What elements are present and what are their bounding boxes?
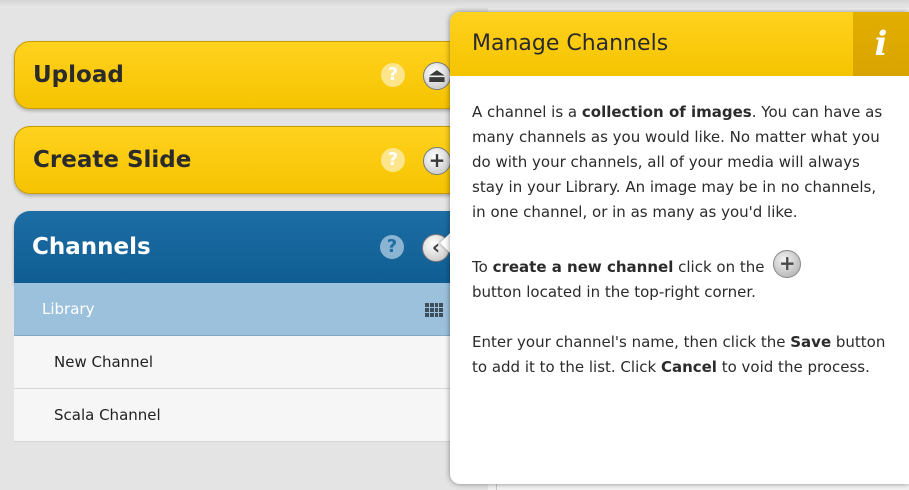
channel-item-new-channel[interactable]: New Channel xyxy=(14,336,484,389)
create-slide-panel[interactable]: Create Slide ? + xyxy=(14,126,484,194)
info-icon: i xyxy=(853,12,909,76)
channel-list: Library New Channel Scala Channel xyxy=(14,283,484,442)
help-popup: Manage Channels i A channel is a collect… xyxy=(450,12,909,484)
help-icon[interactable]: ? xyxy=(381,63,405,87)
popup-body: A channel is a collection of images. You… xyxy=(472,100,892,405)
grid-icon[interactable] xyxy=(425,303,443,317)
popup-paragraph-save: Enter your channel's name, then click th… xyxy=(472,333,886,376)
channel-item-library[interactable]: Library xyxy=(14,283,484,336)
create-slide-title: Create Slide xyxy=(33,147,192,173)
upload-panel[interactable]: Upload ? ⏏ xyxy=(14,41,484,109)
popup-title: Manage Channels xyxy=(472,31,669,56)
popup-paragraph-create: To create a new channel click on the + bu… xyxy=(472,250,892,305)
plus-icon: + xyxy=(773,250,802,278)
app-window: Upload ? ⏏ Create Slide ? + Channels ? ‹… xyxy=(0,0,909,490)
help-icon[interactable]: ? xyxy=(381,148,405,172)
upload-icon[interactable]: ⏏ xyxy=(423,62,451,90)
channel-item-label: New Channel xyxy=(54,353,154,371)
channels-panel[interactable]: Channels ? ‹ xyxy=(14,211,484,283)
popup-paragraph-intro: A channel is a collection of images. You… xyxy=(472,103,883,221)
help-icon[interactable]: ? xyxy=(380,235,404,259)
popup-header: Manage Channels i xyxy=(450,12,909,76)
channels-title: Channels xyxy=(32,234,151,260)
channel-item-label: Library xyxy=(42,300,95,318)
upload-title: Upload xyxy=(33,62,124,88)
channel-item-scala-channel[interactable]: Scala Channel xyxy=(14,389,484,442)
top-strip xyxy=(0,0,909,8)
channel-item-label: Scala Channel xyxy=(54,406,161,424)
plus-icon[interactable]: + xyxy=(423,147,451,175)
